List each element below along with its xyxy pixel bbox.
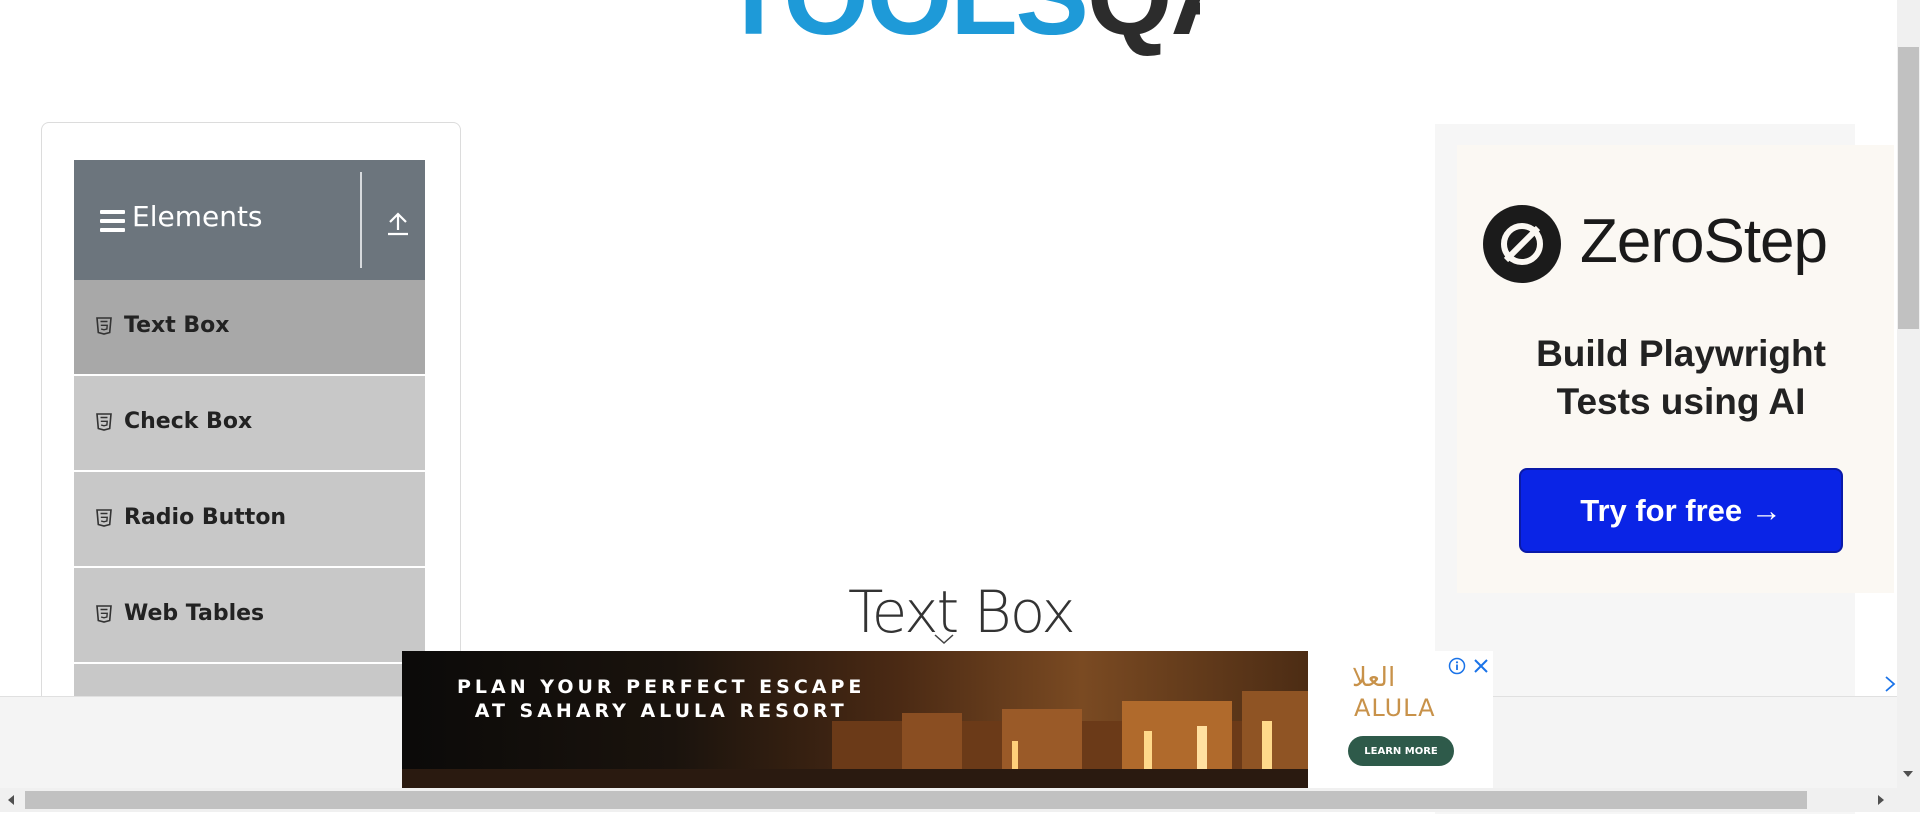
sidebar-item-check-box[interactable]: Check Box — [74, 376, 425, 471]
scroll-down-arrow-icon[interactable] — [1901, 768, 1915, 780]
vertical-scrollbar-thumb[interactable] — [1898, 47, 1919, 329]
resort-image[interactable]: PLAN YOUR PERFECT ESCAPE AT SAHARY ALULA… — [402, 651, 1308, 788]
try-for-free-button[interactable]: Try for free → — [1519, 468, 1843, 553]
scroll-left-arrow-icon[interactable] — [6, 794, 16, 806]
alula-arabic-logo: العلا — [1352, 663, 1396, 693]
sidebar-item-label: Radio Button — [124, 505, 287, 530]
info-icon[interactable] — [1448, 657, 1466, 675]
site-logo[interactable]: TOOLSQA — [720, 0, 1200, 76]
zerostep-logo-icon — [1483, 205, 1561, 283]
html5-icon — [96, 413, 112, 431]
chevron-down-icon — [934, 634, 954, 645]
html5-icon — [96, 605, 112, 623]
sidebar-item-label: Text Box — [124, 313, 230, 338]
ad-headline-line1: PLAN YOUR PERFECT ESCAPE — [457, 676, 866, 698]
ad-tagline-line2: Tests using AI — [1556, 381, 1806, 422]
bottom-banner-ad[interactable]: PLAN YOUR PERFECT ESCAPE AT SAHARY ALULA… — [402, 651, 1493, 788]
ad-brand-name: ZeroStep — [1580, 207, 1828, 276]
ad-tagline-line1: Build Playwright — [1536, 333, 1826, 374]
sidebar-item-web-tables[interactable]: Web Tables — [74, 568, 425, 663]
alula-logo-text: ALULA — [1354, 694, 1436, 722]
sidebar-item-text-box[interactable]: Text Box — [74, 280, 425, 375]
logo-tools-text: TOOLS — [720, 0, 1089, 58]
ad-headline-line2: AT SAHARY ALULA RESORT — [474, 700, 848, 722]
sidebar-item-label: Web Tables — [124, 601, 265, 626]
arrow-up-icon[interactable] — [384, 208, 412, 238]
learn-more-button[interactable]: LEARN MORE — [1348, 736, 1454, 766]
chevron-right-icon[interactable] — [1883, 674, 1897, 694]
page-title: Text Box — [848, 578, 1076, 646]
ad-tagline: Build Playwright Tests using AI — [1457, 330, 1905, 426]
html5-icon — [96, 317, 112, 335]
sidebar-item-radio-button[interactable]: Radio Button — [74, 472, 425, 567]
html5-icon — [96, 509, 112, 527]
logo-wordmark: TOOLSQA — [720, 0, 1200, 52]
hamburger-icon — [100, 210, 125, 237]
elements-group-header[interactable]: Elements — [74, 160, 425, 280]
group-title: Elements — [132, 200, 263, 233]
sidebar-item-label: Check Box — [124, 409, 253, 434]
horizontal-scrollbar-thumb[interactable] — [25, 791, 1807, 809]
group-divider — [360, 172, 362, 268]
scroll-right-arrow-icon[interactable] — [1876, 794, 1886, 806]
close-icon[interactable] — [1472, 657, 1490, 675]
ad-headline: PLAN YOUR PERFECT ESCAPE AT SAHARY ALULA… — [457, 675, 865, 723]
logo-qa-text: QA — [1087, 0, 1200, 58]
